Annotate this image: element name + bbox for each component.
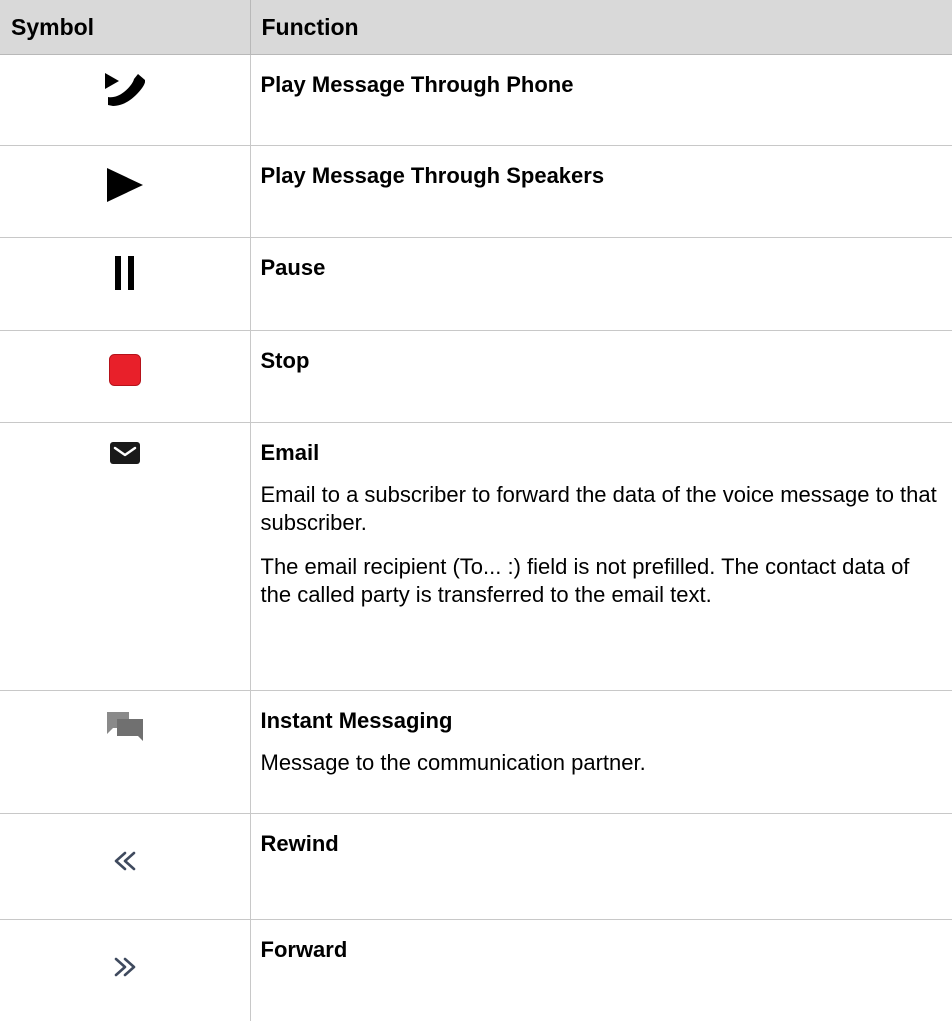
function-title: Stop xyxy=(261,348,943,374)
function-title: Play Message Through Phone xyxy=(261,72,943,98)
function-title: Forward xyxy=(261,937,943,963)
function-cell: Pause xyxy=(250,238,952,331)
table-row: Stop xyxy=(0,331,952,423)
symbol-function-table: Symbol Function Play Message Through Pho… xyxy=(0,0,952,1021)
function-cell: Play Message Through Phone xyxy=(250,55,952,146)
header-function: Function xyxy=(250,0,952,55)
symbol-cell xyxy=(0,55,250,146)
function-title: Rewind xyxy=(261,831,943,857)
table-header-row: Symbol Function xyxy=(0,0,952,55)
phone-play-icon xyxy=(105,71,145,107)
symbol-cell xyxy=(0,814,250,920)
function-description: The email recipient (To... :) field is n… xyxy=(261,553,943,609)
function-title: Pause xyxy=(261,255,943,281)
table-row: Email Email to a subscriber to forward t… xyxy=(0,423,952,691)
function-cell: Play Message Through Speakers xyxy=(250,146,952,238)
function-title: Email xyxy=(261,440,943,466)
instant-messaging-icon xyxy=(107,712,143,742)
pause-icon xyxy=(115,256,135,290)
table-row: Forward xyxy=(0,920,952,1021)
email-icon xyxy=(110,442,140,464)
symbol-cell xyxy=(0,691,250,814)
rewind-icon xyxy=(113,851,137,871)
symbol-cell xyxy=(0,238,250,331)
symbol-cell xyxy=(0,423,250,691)
table-row: Instant Messaging Message to the communi… xyxy=(0,691,952,814)
table-row: Play Message Through Phone xyxy=(0,55,952,146)
function-description: Email to a subscriber to forward the dat… xyxy=(261,481,943,537)
function-cell: Email Email to a subscriber to forward t… xyxy=(250,423,952,691)
function-title: Instant Messaging xyxy=(261,708,943,734)
forward-icon xyxy=(113,957,137,977)
symbol-cell xyxy=(0,146,250,238)
stop-icon xyxy=(109,354,141,386)
function-cell: Stop xyxy=(250,331,952,423)
table-row: Rewind xyxy=(0,814,952,920)
table-row: Pause xyxy=(0,238,952,331)
table-row: Play Message Through Speakers xyxy=(0,146,952,238)
symbol-cell xyxy=(0,920,250,1021)
function-cell: Instant Messaging Message to the communi… xyxy=(250,691,952,814)
header-symbol: Symbol xyxy=(0,0,250,55)
function-cell: Forward xyxy=(250,920,952,1021)
symbol-cell xyxy=(0,331,250,423)
function-description: Message to the communication partner. xyxy=(261,749,943,777)
function-title: Play Message Through Speakers xyxy=(261,163,943,189)
function-cell: Rewind xyxy=(250,814,952,920)
play-icon xyxy=(107,168,143,202)
